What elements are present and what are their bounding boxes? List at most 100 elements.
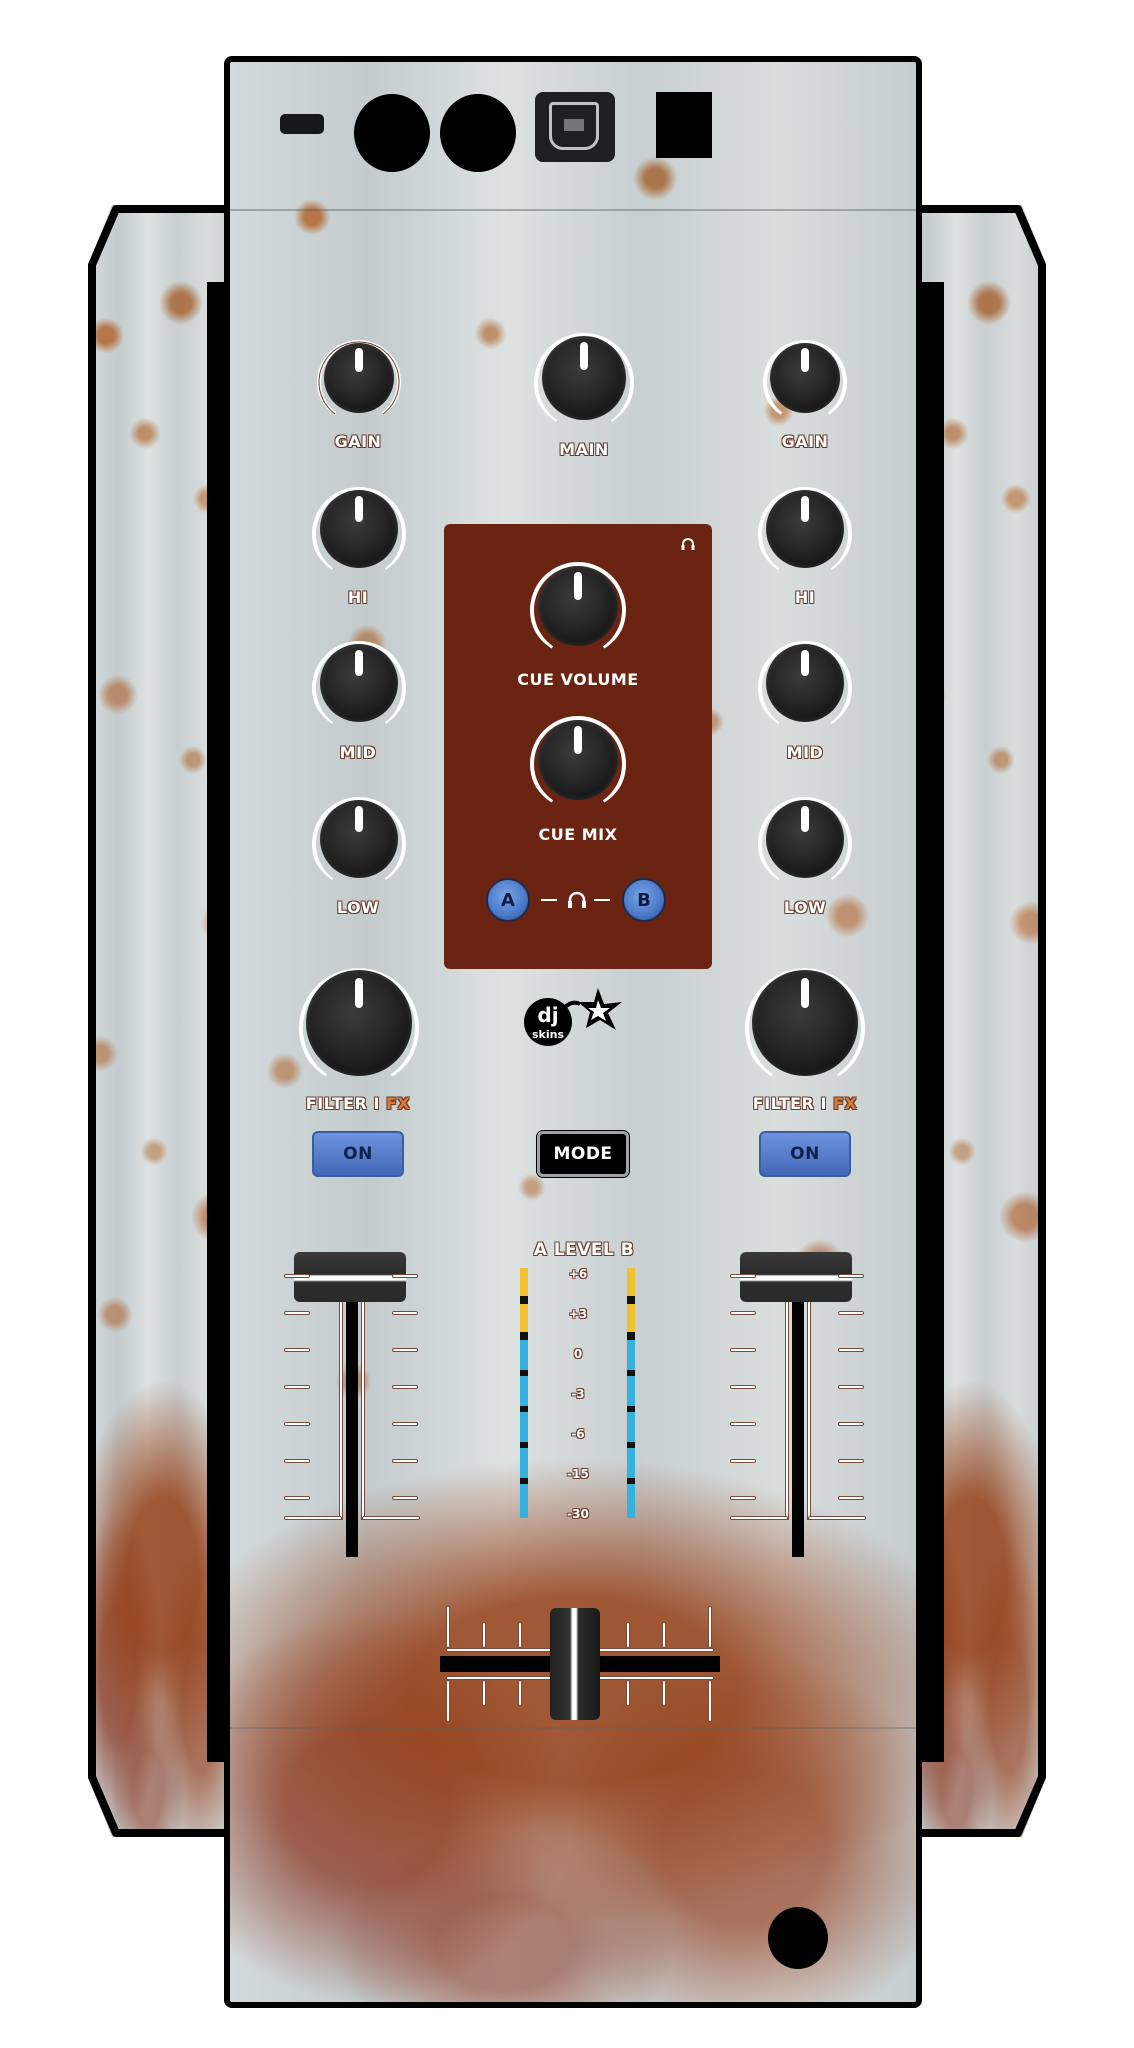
fader-tick [730,1348,756,1352]
cue-section-panel: CUE VOLUME CUE MIX A B [444,524,712,969]
fader-tick [392,1311,418,1315]
fader-tick [838,1348,864,1352]
fader-tick [730,1385,756,1389]
deck-b-low-knob[interactable] [756,790,854,888]
fader-tick [392,1348,418,1352]
fader-tick [284,1422,310,1426]
fader-tick [730,1422,756,1426]
meter-scale-label: +6 [568,1267,588,1281]
deck-a-hi-knob[interactable] [310,480,408,578]
cue-volume-knob[interactable] [528,556,628,656]
deck-b-channel-fader[interactable] [728,1252,868,1557]
mode-button[interactable]: MODE [536,1130,630,1178]
meter-scale-label: -30 [567,1507,589,1521]
deck-b-filter-knob[interactable] [742,960,868,1086]
fader-tick [730,1459,756,1463]
main-volume-knob[interactable] [532,326,636,430]
fader-tick [392,1274,418,1278]
right-edge-strip [922,282,944,1762]
fader-tick [838,1422,864,1426]
cue-volume-label: CUE VOLUME [517,670,639,689]
fader-tick [838,1274,864,1278]
fader-tick [392,1496,418,1500]
fader-track [346,1272,358,1557]
crossfader-tick [446,1606,450,1648]
deck-b-gain-label: GAIN [781,432,829,451]
meter-segment [627,1296,635,1304]
headphones-icon [568,891,586,908]
main-label: MAIN [559,440,609,459]
deck-a-filter-fx-label: FILTER I FX [305,1094,411,1113]
meter-segment [627,1268,635,1296]
meter-scale-label: -6 [571,1427,585,1441]
deck-b-mid-label: MID [786,743,824,762]
deck-a-filter-knob[interactable] [296,960,422,1086]
crossfader-tick [518,1680,522,1706]
crossfader-tick [518,1622,522,1648]
crossfader-tick [626,1622,630,1648]
meter-scale-label: -3 [571,1387,585,1401]
level-meter-b [627,1268,635,1518]
audio-jack-cutout-1 [354,94,430,172]
crossfader[interactable] [440,1600,720,1735]
fader-tick [838,1496,864,1500]
logo-dj-text: dj [537,1003,558,1027]
deck-b-gain-knob[interactable] [761,334,849,422]
cue-connector-line-left [541,899,557,901]
cue-b-button[interactable]: B [622,878,666,922]
deck-b-mid-knob[interactable] [756,634,854,732]
crossfader-tick [708,1606,712,1648]
cue-a-button[interactable]: A [486,878,530,922]
mixer-top-panel: GAIN HI MID LOW FILTER I FX ON MAIN CUE … [224,56,922,2008]
fader-tick [284,1274,310,1278]
meter-segment [520,1296,528,1304]
fader-tick [730,1274,756,1278]
deck-a-fx-on-button[interactable]: ON [312,1131,404,1177]
meter-segment [520,1340,528,1370]
crossfader-tick [626,1680,630,1706]
meter-segment [520,1332,528,1340]
cue-connector-line-right [594,899,610,901]
fader-tick [808,1516,866,1520]
usb-port-icon [535,92,615,162]
deck-a-gain-knob[interactable] [315,334,403,422]
fader-tick [838,1459,864,1463]
deck-a-mid-label: MID [339,743,377,762]
fold-line-top [230,209,916,211]
deck-a-mid-knob[interactable] [310,634,408,732]
fader-track [792,1272,804,1557]
meter-scale-label: +3 [568,1307,588,1321]
meter-scale-label: -15 [567,1467,589,1481]
meter-segment [520,1376,528,1406]
fader-tick [838,1311,864,1315]
meter-segment [520,1484,528,1518]
meter-segment [627,1332,635,1340]
fader-rail-right [361,1296,365,1520]
deck-b-hi-knob[interactable] [756,480,854,578]
fader-tick [284,1496,310,1500]
crossfader-tick [708,1680,712,1722]
fader-tick [362,1516,420,1520]
switch-slot-cutout [280,114,324,134]
fader-tick [284,1385,310,1389]
deck-a-hi-label: HI [347,588,369,607]
deck-a-low-knob[interactable] [310,790,408,888]
meter-segment [627,1340,635,1370]
crossfader-cap[interactable] [550,1608,600,1720]
fader-tick [284,1459,310,1463]
meter-segment [627,1376,635,1406]
meter-segment [520,1448,528,1478]
crossfader-tick [446,1680,450,1722]
fader-rail-right [807,1296,811,1520]
cue-mix-knob[interactable] [528,710,628,810]
dj-skins-logo: dj skins [520,980,630,1050]
meter-scale-label: 0 [573,1347,583,1361]
deck-a-gain-label: GAIN [334,432,382,451]
cue-mix-label: CUE MIX [538,825,618,844]
deck-b-fx-on-button[interactable]: ON [759,1131,851,1177]
fader-cap[interactable] [740,1252,852,1302]
deck-a-channel-fader[interactable] [282,1252,422,1557]
meter-segment [520,1268,528,1296]
fader-tick [284,1516,342,1520]
fader-cap[interactable] [294,1252,406,1302]
